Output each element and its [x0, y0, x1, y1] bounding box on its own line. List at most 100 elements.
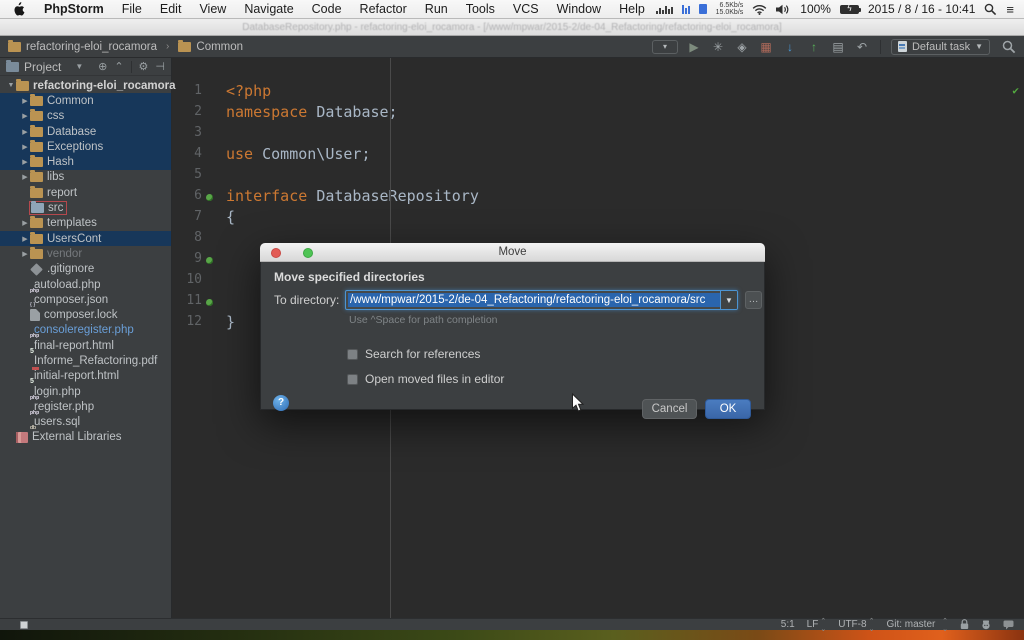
editor-line-3[interactable]: 3	[172, 122, 1024, 143]
event-log-icon[interactable]	[1003, 620, 1014, 630]
tree-item-css[interactable]: ▶css	[0, 109, 171, 124]
close-icon[interactable]	[271, 248, 281, 258]
editor-line-5[interactable]: 5	[172, 164, 1024, 185]
network-speed[interactable]: 6.5Kb/s15.0Kb/s	[716, 2, 744, 17]
tree-item-autoload-php[interactable]: autoload.php	[0, 277, 171, 292]
run-button[interactable]: ▶	[686, 40, 702, 54]
tree-item-users-sql[interactable]: users.sql	[0, 415, 171, 430]
editor-line-7[interactable]: 7{	[172, 206, 1024, 227]
gear-icon[interactable]: ⚙	[139, 60, 149, 73]
tree-item-userscont[interactable]: ▶UsersCont	[0, 231, 171, 246]
checkbox-icon[interactable]	[347, 374, 358, 385]
menubar-clock[interactable]: 2015 / 8 / 16 - 10:41	[868, 2, 975, 16]
menu-vcs[interactable]: VCS	[504, 2, 548, 16]
ok-button[interactable]: OK	[705, 399, 751, 419]
expand-arrow-icon[interactable]: ▶	[20, 143, 30, 151]
vcs-update-button[interactable]: ↓	[782, 40, 798, 54]
memory-bars-icon[interactable]	[682, 4, 690, 14]
line-ending-selector[interactable]: LF⌃⌄	[807, 617, 827, 633]
tree-item-exceptions[interactable]: ▶Exceptions	[0, 139, 171, 154]
tree-item-report[interactable]: report	[0, 185, 171, 200]
chevron-down-icon[interactable]: ▼	[75, 62, 83, 71]
menu-tools[interactable]: Tools	[457, 2, 504, 16]
cancel-button[interactable]: Cancel	[642, 399, 697, 419]
tree-item-register-php[interactable]: register.php	[0, 399, 171, 414]
tree-item-consoleregister-php[interactable]: consoleregister.php	[0, 323, 171, 338]
menu-refactor[interactable]: Refactor	[351, 2, 416, 16]
editor-line-2[interactable]: 2namespace Database;	[172, 101, 1024, 122]
help-button[interactable]: ?	[273, 395, 289, 411]
tree-item-database[interactable]: ▶Database	[0, 124, 171, 139]
tree-item-final-report-html[interactable]: final-report.html	[0, 338, 171, 353]
menu-help[interactable]: Help	[610, 2, 654, 16]
cpu-history-icon[interactable]	[656, 4, 673, 14]
tree-item-informe-refactoring-pdf[interactable]: Informe_Refactoring.pdf	[0, 353, 171, 368]
disk-activity-icon[interactable]	[699, 4, 707, 14]
tree-item-hash[interactable]: ▶Hash	[0, 154, 171, 169]
git-branch-selector[interactable]: Git: master ⌃⌄	[886, 617, 948, 633]
checkbox-icon[interactable]	[347, 349, 358, 360]
expand-arrow-icon[interactable]: ▶	[20, 235, 30, 243]
search-everywhere-icon[interactable]	[1002, 40, 1016, 54]
browse-button[interactable]: …	[745, 291, 762, 309]
tree-item-initial-report-html[interactable]: initial-report.html	[0, 369, 171, 384]
toolwindow-toggle-icon[interactable]	[20, 621, 28, 629]
menu-run[interactable]: Run	[416, 2, 457, 16]
locate-file-icon[interactable]: ⊕	[98, 60, 107, 73]
search-for-references-checkbox[interactable]: Search for references	[347, 347, 480, 361]
apple-menu-icon[interactable]	[12, 2, 25, 16]
tree-item-common[interactable]: ▶Common	[0, 93, 171, 108]
undo-button[interactable]: ↶	[854, 40, 870, 54]
tree-item-login-php[interactable]: login.php	[0, 384, 171, 399]
tree-item--gitignore[interactable]: .gitignore	[0, 262, 171, 277]
menu-window[interactable]: Window	[548, 2, 610, 16]
vcs-changes-button[interactable]: ▤	[830, 40, 846, 54]
target-directory-value[interactable]: /www/mpwar/2015-2/de-04_Refactoring/refa…	[348, 293, 720, 307]
run-config-dropdown[interactable]: ▾	[652, 40, 678, 54]
target-directory-combobox[interactable]: /www/mpwar/2015-2/de-04_Refactoring/refa…	[345, 290, 738, 310]
spotlight-icon[interactable]	[984, 3, 997, 16]
coverage-button[interactable]: ◈	[734, 40, 750, 54]
tree-item-refactoring-eloi-rocamora[interactable]: ▼refactoring-eloi_rocamora	[0, 78, 171, 93]
project-panel-title[interactable]: Project	[24, 60, 61, 74]
hide-panel-icon[interactable]: ⊣	[155, 60, 165, 73]
expand-arrow-icon[interactable]: ▶	[20, 219, 30, 227]
tree-item-composer-lock[interactable]: composer.lock	[0, 307, 171, 322]
caret-position[interactable]: 5:1	[781, 619, 795, 630]
open-moved-files-checkbox[interactable]: Open moved files in editor	[347, 372, 504, 386]
lock-icon[interactable]	[960, 619, 969, 630]
expand-arrow-icon[interactable]: ▶	[20, 97, 30, 105]
volume-icon[interactable]	[776, 4, 791, 15]
collapse-all-icon[interactable]: ⌃	[114, 60, 123, 73]
implemented-marker-icon[interactable]	[202, 186, 216, 205]
expand-arrow-icon[interactable]: ▶	[20, 158, 30, 166]
expand-arrow-icon[interactable]: ▶	[20, 250, 30, 258]
wifi-icon[interactable]	[752, 4, 767, 15]
expand-arrow-icon[interactable]: ▶	[20, 112, 30, 120]
battery-icon[interactable]: ϟ	[840, 5, 859, 14]
inspection-ok-icon[interactable]: ✔	[1012, 84, 1019, 97]
notification-center-icon[interactable]: ≡	[1006, 2, 1014, 17]
tree-item-vendor[interactable]: ▶vendor	[0, 246, 171, 261]
menu-navigate[interactable]: Navigate	[235, 2, 302, 16]
menu-file[interactable]: File	[113, 2, 151, 16]
task-selector[interactable]: Default task ▼	[891, 39, 990, 55]
zoom-icon[interactable]	[303, 248, 313, 258]
menu-view[interactable]: View	[190, 2, 235, 16]
tree-item-templates[interactable]: ▶templates	[0, 216, 171, 231]
tree-item-src[interactable]: src	[0, 200, 171, 215]
profiler-button[interactable]: ▦	[758, 40, 774, 54]
expand-arrow-icon[interactable]: ▶	[20, 173, 30, 181]
combobox-dropdown-icon[interactable]: ▼	[720, 291, 737, 309]
menu-edit[interactable]: Edit	[151, 2, 191, 16]
editor-line-1[interactable]: 1<?php	[172, 80, 1024, 101]
tree-item-composer-json[interactable]: composer.json	[0, 292, 171, 307]
tree-item-external-libraries[interactable]: External Libraries	[0, 430, 171, 445]
breadcrumb-project[interactable]: refactoring-eloi_rocamora	[26, 41, 157, 53]
menu-code[interactable]: Code	[303, 2, 351, 16]
implemented-marker-icon[interactable]	[202, 291, 216, 310]
expand-arrow-icon[interactable]: ▼	[6, 82, 16, 89]
vcs-commit-button[interactable]: ↑	[806, 40, 822, 54]
encoding-selector[interactable]: UTF-8⌃⌄	[838, 617, 874, 633]
breadcrumb-common[interactable]: Common	[196, 41, 243, 53]
